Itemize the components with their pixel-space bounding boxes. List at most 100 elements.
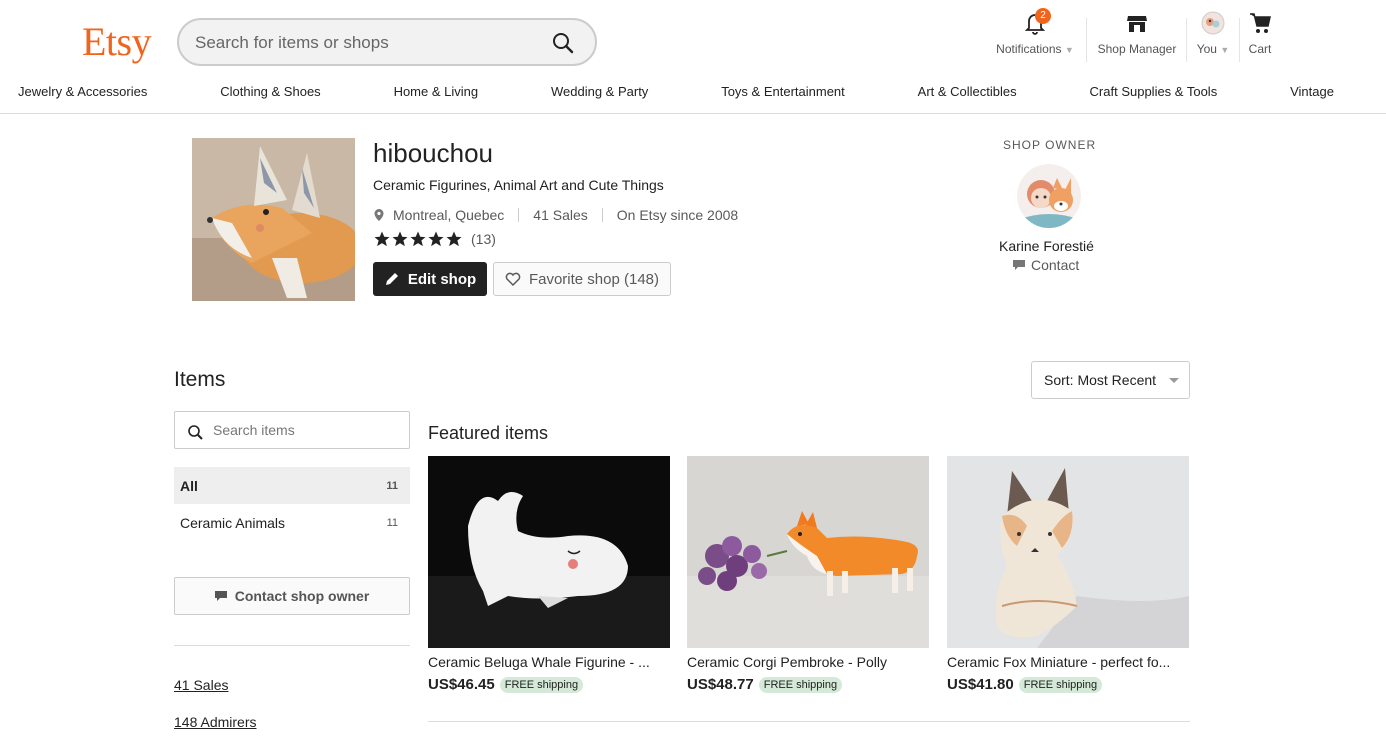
listing-price-row: US$41.80 FREE shipping bbox=[947, 676, 1189, 693]
listing-price: US$48.77 bbox=[687, 676, 754, 693]
listing-title[interactable]: Ceramic Corgi Pembroke - Polly bbox=[687, 654, 929, 670]
shop-icon-image bbox=[192, 138, 355, 301]
message-icon bbox=[1013, 260, 1025, 270]
shop-meta: Montreal, Quebec 41 Sales On Etsy since … bbox=[373, 207, 738, 223]
owner-avatar[interactable] bbox=[1017, 164, 1081, 228]
listing-card[interactable]: Ceramic Corgi Pembroke - Polly US$48.77 … bbox=[687, 456, 929, 693]
free-shipping-badge: FREE shipping bbox=[758, 676, 843, 693]
section-label: All bbox=[180, 477, 198, 494]
site-header: Etsy 2 Notifications ▼ Shop Manager bbox=[0, 0, 1386, 114]
category-link[interactable]: Art & Collectibles bbox=[918, 84, 1017, 104]
section-ceramic-animals[interactable]: Ceramic Animals 11 bbox=[174, 504, 410, 541]
cart-label: Cart bbox=[1248, 42, 1272, 56]
pencil-icon bbox=[385, 273, 398, 285]
star-icon bbox=[374, 231, 390, 247]
listing-image[interactable] bbox=[947, 456, 1189, 648]
shop-manager-nav[interactable]: Shop Manager bbox=[1094, 10, 1180, 70]
item-search bbox=[174, 411, 410, 449]
listing-price: US$41.80 bbox=[947, 676, 1014, 693]
message-icon bbox=[214, 591, 227, 601]
star-icon bbox=[392, 231, 408, 247]
notifications-label: Notifications bbox=[996, 42, 1062, 56]
shop-rating[interactable]: (13) bbox=[373, 230, 496, 248]
category-link[interactable]: Wedding & Party bbox=[551, 84, 648, 104]
category-link[interactable]: Vintage bbox=[1290, 84, 1334, 104]
etsy-logo[interactable]: Etsy bbox=[82, 18, 152, 65]
free-shipping-badge: FREE shipping bbox=[499, 676, 584, 693]
featured-items-heading: Featured items bbox=[428, 423, 549, 443]
global-search bbox=[177, 18, 597, 66]
listing-price-row: US$46.45 FREE shipping bbox=[428, 676, 670, 693]
category-link[interactable]: Home & Living bbox=[394, 84, 479, 104]
caret-down-icon bbox=[1169, 378, 1179, 383]
star-icon bbox=[428, 231, 444, 247]
listing-title[interactable]: Ceramic Fox Miniature - perfect fo... bbox=[947, 654, 1189, 670]
listing-price: US$46.45 bbox=[428, 676, 495, 693]
notifications-nav[interactable]: 2 Notifications ▼ bbox=[992, 8, 1078, 70]
cart-nav[interactable]: Cart bbox=[1245, 10, 1275, 70]
you-label: You bbox=[1196, 42, 1217, 56]
admirers-link[interactable]: 148 Admirers bbox=[174, 714, 256, 730]
you-nav[interactable]: You ▼ bbox=[1194, 10, 1232, 70]
listing-image[interactable] bbox=[428, 456, 670, 648]
category-link[interactable]: Craft Supplies & Tools bbox=[1090, 84, 1218, 104]
free-shipping-badge: FREE shipping bbox=[1018, 676, 1103, 693]
category-nav: Jewelry & Accessories Clothing & Shoes H… bbox=[0, 84, 1386, 104]
sort-dropdown[interactable]: Sort: Most Recent bbox=[1031, 361, 1190, 399]
header-divider bbox=[1086, 18, 1087, 62]
edit-shop-label: Edit shop bbox=[407, 270, 477, 288]
search-icon bbox=[188, 425, 203, 440]
section-count: 11 bbox=[386, 516, 398, 529]
global-search-input[interactable] bbox=[195, 30, 535, 56]
category-link[interactable]: Jewelry & Accessories bbox=[18, 84, 147, 104]
shop-manager-label: Shop Manager bbox=[1097, 42, 1177, 56]
listing-card[interactable]: Ceramic Fox Miniature - perfect fo... US… bbox=[947, 456, 1189, 693]
shop-name: hibouchou bbox=[373, 138, 493, 168]
shop-icon bbox=[1125, 10, 1149, 36]
item-search-input[interactable] bbox=[213, 420, 393, 440]
rating-stars bbox=[373, 230, 463, 248]
items-heading: Items bbox=[174, 368, 226, 391]
favorite-shop-label: Favorite shop (148) bbox=[528, 270, 660, 288]
review-count: (13) bbox=[471, 231, 496, 247]
shop-sales[interactable]: 41 Sales bbox=[533, 207, 587, 223]
chevron-down-icon: ▼ bbox=[1220, 45, 1230, 55]
contact-shop-owner-button[interactable]: Contact shop owner bbox=[174, 577, 410, 615]
star-icon bbox=[410, 231, 426, 247]
section-all[interactable]: All 11 bbox=[174, 467, 410, 504]
shop-since: On Etsy since 2008 bbox=[616, 207, 739, 223]
listing-card[interactable]: Ceramic Beluga Whale Figurine - ... US$4… bbox=[428, 456, 670, 693]
owner-contact-label: Contact bbox=[1031, 257, 1080, 273]
notifications-badge: 2 bbox=[1035, 8, 1051, 24]
search-icon[interactable] bbox=[551, 31, 575, 55]
header-divider bbox=[1239, 18, 1240, 62]
star-icon bbox=[446, 231, 462, 247]
listing-price-row: US$48.77 FREE shipping bbox=[687, 676, 929, 693]
owner-name[interactable]: Karine Forestié bbox=[999, 238, 1094, 254]
cart-icon bbox=[1248, 10, 1272, 36]
user-avatar-icon bbox=[1201, 10, 1225, 36]
category-link[interactable]: Toys & Entertainment bbox=[721, 84, 845, 104]
edit-shop-button[interactable]: Edit shop bbox=[373, 262, 487, 296]
divider bbox=[174, 645, 410, 646]
owner-contact-link[interactable]: Contact bbox=[1013, 257, 1079, 273]
location-pin-icon bbox=[374, 209, 384, 221]
heart-icon bbox=[505, 272, 521, 287]
listing-title[interactable]: Ceramic Beluga Whale Figurine - ... bbox=[428, 654, 670, 670]
sales-link[interactable]: 41 Sales bbox=[174, 677, 228, 693]
category-link[interactable]: Clothing & Shoes bbox=[220, 84, 320, 104]
bell-icon: 2 bbox=[1023, 8, 1051, 36]
divider bbox=[428, 721, 1190, 722]
sort-label: Sort: Most Recent bbox=[1044, 372, 1157, 388]
section-label: Ceramic Animals bbox=[180, 514, 286, 531]
chevron-down-icon: ▼ bbox=[1064, 45, 1074, 55]
shop-location: Montreal, Quebec bbox=[393, 207, 505, 223]
contact-shop-owner-label: Contact shop owner bbox=[234, 588, 370, 604]
shop-owner-heading: SHOP OWNER bbox=[1003, 138, 1097, 152]
favorite-shop-button[interactable]: Favorite shop (148) bbox=[493, 262, 671, 296]
shop-title: Ceramic Figurines, Animal Art and Cute T… bbox=[373, 177, 664, 193]
divider bbox=[601, 208, 603, 222]
divider bbox=[518, 208, 520, 222]
header-divider bbox=[1186, 18, 1187, 62]
listing-image[interactable] bbox=[687, 456, 929, 648]
